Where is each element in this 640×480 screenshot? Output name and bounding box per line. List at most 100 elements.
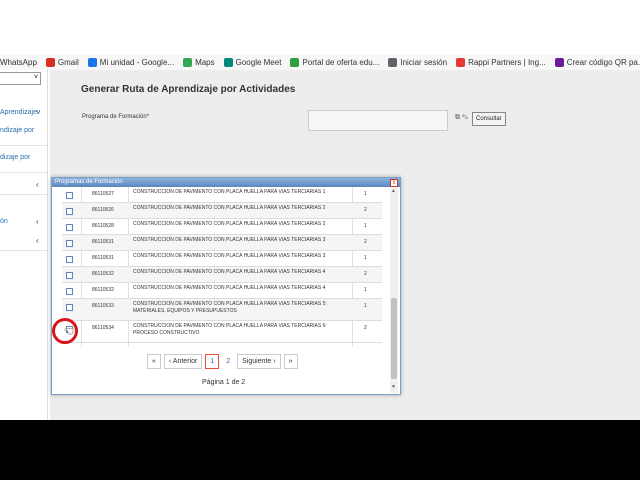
bookmark-label: Portal de oferta edu... <box>302 58 380 67</box>
screen: WhatsApp Gmail Mi unidad - Google... Maps Go… <box>0 0 640 420</box>
row-name: CONSTRUCCION DE PAVIMENTO CON PLACA HUEL… <box>133 269 326 275</box>
modal-title: Programas de Formación <box>55 179 123 185</box>
page-1-button[interactable]: 1 <box>205 354 220 369</box>
bookmark-item[interactable]: Crear código QR pa... <box>554 58 640 67</box>
row-name: CONSTRUCCION DE PAVIMENTO CON PLACA HUEL… <box>133 189 326 195</box>
bookmark-favicon-icon <box>87 58 97 67</box>
bookmark-favicon-icon <box>223 58 233 67</box>
sidebar-item-aprendizaje[interactable]: Aprendizaje <box>0 109 37 116</box>
bookmark-favicon-icon <box>183 58 193 67</box>
hand-cursor-icon: ☚ <box>64 326 74 338</box>
sidebar-select[interactable]: ˅ <box>0 72 41 85</box>
chevron-left-icon[interactable]: ‹ <box>36 217 39 226</box>
bookmark-item[interactable]: Google Meet <box>223 58 282 67</box>
page-2-button[interactable]: 2 <box>222 354 235 369</box>
bookmark-label: Crear código QR pa... <box>566 58 640 67</box>
row-code: 86110534 <box>92 325 114 331</box>
row-code: 86110528 <box>92 223 114 229</box>
row-checkbox[interactable] <box>66 208 73 215</box>
programas-table: 86110527 CONSTRUCCION DE PAVIMENTO CON PL… <box>62 187 390 347</box>
row-checkbox[interactable] <box>66 256 73 263</box>
row-checkbox[interactable] <box>66 224 73 231</box>
table-row[interactable]: 86110532 CONSTRUCCION DE PAVIMENTO CON PL… <box>62 283 382 299</box>
sidebar-divider <box>0 250 47 251</box>
bookmark-favicon-icon <box>45 58 55 67</box>
programas-modal: Programas de Formación x 86110527 CONSTRU… <box>51 177 401 395</box>
table-row[interactable]: 86110534 CONSTRUCCION DE PAVIMENTO CON PL… <box>62 321 382 343</box>
scroll-down-icon[interactable]: ▼ <box>391 384 396 390</box>
chevron-down-icon: ˅ <box>33 74 38 81</box>
close-icon[interactable]: x <box>390 179 398 187</box>
row-checkbox[interactable] <box>66 288 73 295</box>
row-name: CONSTRUCCION DE PAVIMENTO CON PLACA HUEL… <box>133 205 326 211</box>
row-number: 2 <box>364 325 367 331</box>
bookmark-label: Gmail <box>57 58 79 67</box>
programa-input[interactable] <box>308 110 448 131</box>
row-number: 2 <box>364 239 367 245</box>
row-number: 1 <box>364 223 367 229</box>
sidebar-item-on[interactable]: ón <box>0 218 8 225</box>
scrollbar-thumb[interactable] <box>391 298 397 379</box>
sidebar-divider <box>0 172 47 173</box>
bookmark-item[interactable]: WhatsApp <box>0 58 37 67</box>
row-checkbox[interactable] <box>66 304 73 311</box>
page-info: Página 1 de 2 <box>202 379 246 386</box>
chevron-left-icon[interactable]: ‹ <box>36 236 39 245</box>
row-name: CONSTRUCCION DE PAVIMENTO CON PLACA HUEL… <box>133 221 326 227</box>
row-number: 1 <box>364 255 367 261</box>
row-code: 86110531 <box>92 239 114 245</box>
bookmarks-bar: WhatsApp Gmail Mi unidad - Google... Maps Go… <box>0 55 640 70</box>
bookmark-label: Mi unidad - Google... <box>99 58 175 67</box>
table-row[interactable]: 86110533 CONSTRUCCION DE PAVIMENTO CON PL… <box>62 299 382 321</box>
row-checkbox[interactable] <box>66 192 73 199</box>
next-page-button[interactable]: Siguiente › <box>237 354 281 369</box>
row-code: 86110532 <box>92 287 114 293</box>
bookmark-label: Rappi Partners | Ing... <box>468 58 546 67</box>
table-row[interactable]: 86110532 CONSTRUCCION DE PAVIMENTO CON PL… <box>62 267 382 283</box>
first-page-button[interactable]: « <box>147 354 161 369</box>
table-row[interactable]: 86110531 CONSTRUCCION DE PAVIMENTO CON PL… <box>62 251 382 267</box>
bookmark-item[interactable]: Iniciar sesión <box>388 58 447 67</box>
bookmark-item[interactable]: Mi unidad - Google... <box>87 58 175 67</box>
page-title: Generar Ruta de Aprendizaje por Activida… <box>81 84 296 95</box>
bookmark-favicon-icon <box>290 58 300 67</box>
scroll-up-icon[interactable]: ▲ <box>391 188 396 194</box>
chevron-down-icon[interactable]: ˅ <box>36 108 41 117</box>
chevron-left-icon[interactable]: ‹ <box>36 180 39 189</box>
sidebar-divider <box>0 145 47 146</box>
last-page-button[interactable]: » <box>283 354 298 369</box>
row-code: 86110527 <box>92 191 114 197</box>
table-row[interactable]: 86110527 CONSTRUCCION DE PAVIMENTO CON PL… <box>62 187 382 203</box>
row-checkbox[interactable] <box>66 272 73 279</box>
row-name: CONSTRUCCION DE PAVIMENTO CON PLACA HUEL… <box>133 323 327 336</box>
bookmark-favicon-icon <box>388 58 398 67</box>
bookmark-favicon-icon <box>456 58 466 67</box>
bookmark-label: Google Meet <box>235 58 282 67</box>
table-row[interactable]: 86110531 CONSTRUCCION DE PAVIMENTO CON PL… <box>62 235 382 251</box>
bookmark-item[interactable]: Maps <box>183 58 215 67</box>
row-code: 86110526 <box>92 207 114 213</box>
table-row[interactable]: 86110526 CONSTRUCCION DE PAVIMENTO CON PL… <box>62 203 382 219</box>
bookmark-item[interactable]: Rappi Partners | Ing... <box>456 58 546 67</box>
row-code: 86110532 <box>92 271 114 277</box>
row-number: 1 <box>364 303 367 309</box>
edit-icon[interactable]: ⧉ ✎ <box>455 114 468 122</box>
bookmark-label: Iniciar sesión <box>400 58 448 67</box>
sidebar-item-ndizaje[interactable]: ndizaje por <box>0 127 34 134</box>
row-number: 1 <box>364 287 367 293</box>
sidebar-item-dizaje[interactable]: dizaje por <box>0 154 30 161</box>
scrollbar[interactable]: ▲ ▼ <box>390 188 398 393</box>
row-checkbox[interactable] <box>66 240 73 247</box>
row-number: 1 <box>364 191 367 197</box>
bookmark-item[interactable]: Portal de oferta edu... <box>290 58 379 67</box>
row-name: CONSTRUCCION DE PAVIMENTO CON PLACA HUEL… <box>133 285 326 291</box>
programa-label: Programa de Formación* <box>82 114 150 120</box>
consultar-button[interactable]: Consultar <box>472 112 506 126</box>
row-number: 2 <box>364 271 367 277</box>
table-row[interactable]: 86110528 CONSTRUCCION DE PAVIMENTO CON PL… <box>62 219 382 235</box>
bookmark-item[interactable]: Gmail <box>45 58 79 67</box>
bookmark-favicon-icon <box>554 58 564 67</box>
modal-header: Programas de Formación x <box>52 178 400 187</box>
previous-page-button[interactable]: ‹ Anterior <box>163 354 203 369</box>
bookmark-label: Maps <box>195 58 215 67</box>
